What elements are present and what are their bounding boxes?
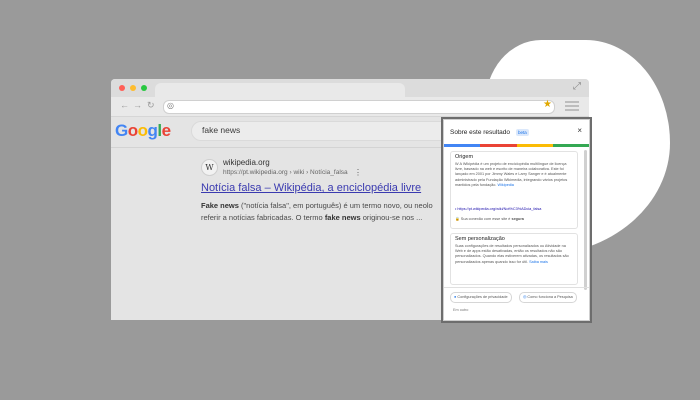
back-icon[interactable]: ← bbox=[120, 100, 129, 110]
result-snippet: Fake news ("notícia falsa", em português… bbox=[201, 200, 451, 224]
site-info-icon[interactable]: ◎ bbox=[167, 101, 174, 110]
secure-connection-item: 🔒 Sua conexão com esse site é segura bbox=[455, 217, 524, 221]
result-title-link[interactable]: Notícia falsa – Wikipédia, a enciclopédi… bbox=[201, 182, 421, 194]
search-query: fake news bbox=[202, 125, 241, 135]
snippet-text: ("notícia falsa", em português) é um ter… bbox=[238, 201, 433, 210]
minimize-window-dot[interactable] bbox=[130, 85, 136, 91]
result-url: https://pt.wikipedia.org › wiki › Notíci… bbox=[223, 169, 348, 176]
title-bar: ⤢ bbox=[111, 79, 589, 97]
logo-letter: G bbox=[115, 121, 128, 140]
feedback-link[interactable]: Em outro bbox=[453, 308, 468, 312]
search-input[interactable]: fake news bbox=[191, 121, 463, 141]
expand-icon[interactable]: ⤢ bbox=[573, 81, 581, 92]
result-site-name: wikipedia.org bbox=[223, 158, 270, 167]
panel-title: Sobre este resultado bbox=[450, 129, 510, 136]
source-description: W A Wikipédia é um projeto de enciclopéd… bbox=[455, 162, 573, 188]
source-heading: Origem bbox=[455, 154, 474, 160]
personalization-heading: Sem personalização bbox=[455, 236, 505, 242]
snippet-text: referir a notícias fabricadas. O termo bbox=[201, 213, 325, 222]
panel-scrollbar[interactable] bbox=[584, 150, 587, 290]
search-icon: ◎ bbox=[523, 295, 527, 299]
more-options-icon[interactable]: ⋮ bbox=[354, 168, 362, 177]
browser-tab[interactable] bbox=[155, 83, 405, 97]
logo-letter: o bbox=[137, 121, 148, 140]
about-this-result-panel: Sobre este resultado beta × Origem W A W… bbox=[443, 119, 590, 321]
personalization-card: Sem personalização Suas configurações de… bbox=[450, 233, 578, 285]
panel-divider bbox=[444, 287, 589, 288]
address-bar[interactable]: ◎ bbox=[163, 100, 555, 114]
logo-letter: g bbox=[147, 121, 158, 140]
browser-toolbar: ← → ↻ ◎ ★ bbox=[111, 97, 589, 117]
source-url[interactable]: https://pt.wikipedia.org/wiki/Not%C3%ADc… bbox=[457, 207, 541, 211]
wikipedia-favicon: W bbox=[201, 159, 218, 176]
close-window-dot[interactable] bbox=[119, 85, 125, 91]
beta-badge: beta bbox=[516, 129, 529, 136]
privacy-settings-button[interactable]: ● Configurações de privacidade bbox=[450, 292, 512, 303]
source-url-item[interactable]: • https://pt.wikipedia.org/wiki/Not%C3%A… bbox=[455, 207, 541, 211]
color-strip bbox=[444, 144, 589, 147]
source-link[interactable]: Wikipedia bbox=[497, 183, 513, 187]
how-search-works-button[interactable]: ◎ Como funciona a Pesquisa bbox=[519, 292, 577, 303]
close-icon[interactable]: × bbox=[577, 126, 582, 135]
source-card: Origem W A Wikipédia é um projeto de enc… bbox=[450, 151, 578, 229]
snippet-text: originou-se nos ... bbox=[360, 213, 423, 222]
learn-more-link[interactable]: Saiba mais bbox=[529, 260, 548, 264]
google-logo[interactable]: Google bbox=[115, 121, 171, 141]
secure-word: segura bbox=[511, 217, 524, 221]
snippet-bold: fake news bbox=[324, 213, 361, 222]
logo-letter: e bbox=[161, 121, 171, 140]
bookmark-star-icon[interactable]: ★ bbox=[543, 99, 552, 110]
shield-icon: ● bbox=[454, 295, 457, 299]
logo-letter: o bbox=[127, 121, 138, 140]
reload-icon[interactable]: ↻ bbox=[147, 100, 155, 111]
personalization-text: Suas configurações de resultados persona… bbox=[455, 244, 569, 264]
snippet-bold: Fake news bbox=[201, 201, 239, 210]
forward-icon[interactable]: → bbox=[133, 100, 142, 110]
maximize-window-dot[interactable] bbox=[141, 85, 147, 91]
browser-menu-icon[interactable] bbox=[565, 101, 579, 113]
